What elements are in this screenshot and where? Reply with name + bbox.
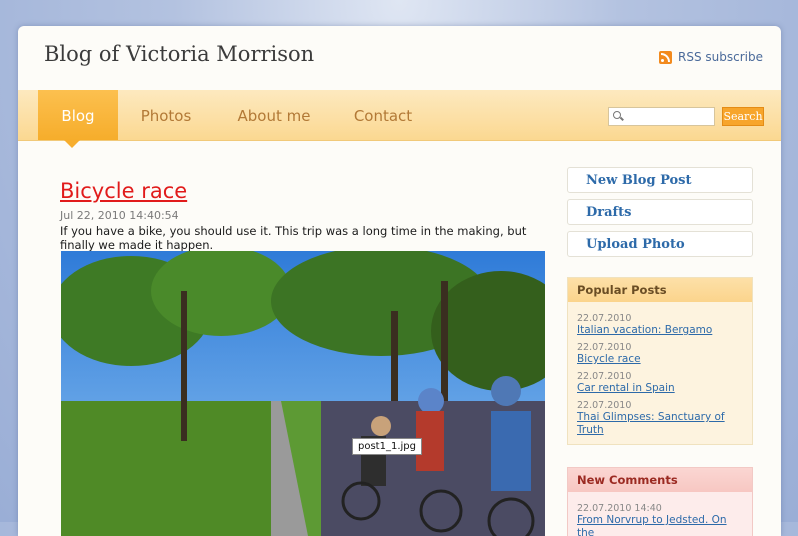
popular-post-date: 22.07.2010 <box>577 371 632 382</box>
nav-item-contact[interactable]: Contact <box>346 90 420 140</box>
photo-bicycle-race <box>61 251 545 536</box>
popular-post-link[interactable]: Thai Glimpses: Sanctuary of Truth <box>577 411 743 437</box>
popular-post-item: 22.07.2010 Car rental in Spain <box>568 371 752 395</box>
comment-link[interactable]: From Norvrup to Jedsted. On the <box>577 514 743 536</box>
new-comments-widget: New Comments 22.07.2010 14:40 From Norvr… <box>567 467 753 536</box>
rss-label: RSS subscribe <box>678 50 763 64</box>
post-title[interactable]: Bicycle race <box>60 179 187 203</box>
upload-photo-link[interactable]: Upload Photo <box>567 231 753 257</box>
rss-icon <box>659 50 673 64</box>
popular-post-item: 22.07.2010 Italian vacation: Bergamo <box>568 313 752 337</box>
nav-item-about-me[interactable]: About me <box>230 90 318 140</box>
search-field[interactable] <box>608 107 715 128</box>
main-nav: Blog Photos About me Contact Search <box>18 90 781 141</box>
site-title[interactable]: Blog of Victoria Morrison <box>44 42 314 66</box>
new-comments-title: New Comments <box>568 468 752 492</box>
image-tooltip: post1_1.jpg <box>352 438 422 455</box>
drafts-link[interactable]: Drafts <box>567 199 753 225</box>
popular-post-date: 22.07.2010 <box>577 342 632 353</box>
page-container: Blog of Victoria Morrison RSS subscribe … <box>18 26 781 536</box>
search-icon <box>613 111 621 119</box>
popular-posts-widget: Popular Posts 22.07.2010 Italian vacatio… <box>567 277 753 445</box>
popular-post-link[interactable]: Car rental in Spain <box>577 382 743 395</box>
post-date: Jul 22, 2010 14:40:54 <box>60 209 179 222</box>
nav-item-photos[interactable]: Photos <box>130 90 202 140</box>
rss-subscribe-link[interactable]: RSS subscribe <box>659 50 763 64</box>
popular-post-date: 22.07.2010 <box>577 313 632 324</box>
post-body: If you have a bike, you should use it. T… <box>60 224 527 252</box>
comment-item: 22.07.2010 14:40 From Norvrup to Jedsted… <box>568 503 752 536</box>
popular-post-link[interactable]: Italian vacation: Bergamo <box>577 324 743 337</box>
post-photo[interactable] <box>61 251 545 536</box>
nav-item-blog[interactable]: Blog <box>38 90 118 140</box>
popular-post-item: 22.07.2010 Bicycle race <box>568 342 752 366</box>
popular-post-link[interactable]: Bicycle race <box>577 353 743 366</box>
popular-post-item: 22.07.2010 Thai Glimpses: Sanctuary of T… <box>568 400 752 437</box>
popular-posts-title: Popular Posts <box>568 278 752 302</box>
comment-date: 22.07.2010 14:40 <box>577 503 662 514</box>
new-blog-post-link[interactable]: New Blog Post <box>567 167 753 193</box>
search-button[interactable]: Search <box>722 107 764 126</box>
active-tab-indicator <box>64 140 80 148</box>
search-input[interactable] <box>627 112 711 128</box>
popular-post-date: 22.07.2010 <box>577 400 632 411</box>
